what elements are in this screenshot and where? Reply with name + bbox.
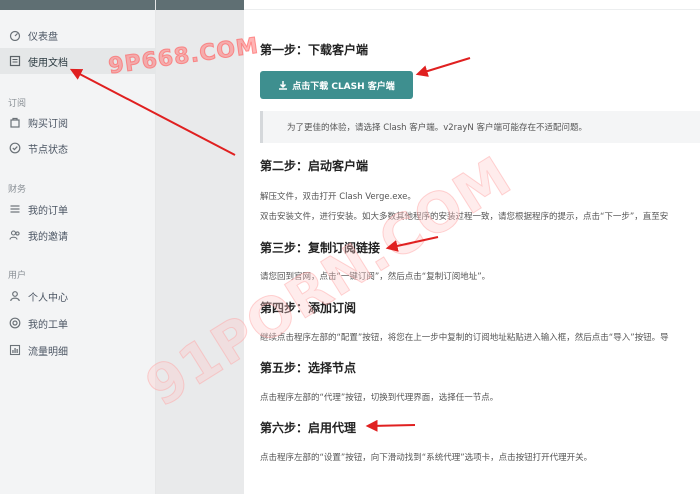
step4-title: 第四步：添加订阅 — [260, 301, 357, 315]
list-icon — [8, 202, 22, 216]
download-clash-button[interactable]: 点击下载 CLASH 客户端 — [260, 71, 413, 99]
sidebar-item-tickets[interactable]: 我的工单 — [0, 310, 156, 336]
document-panel: 第一步：下载客户端 点击下载 CLASH 客户端 为了更佳的体验，请选择 Cla… — [244, 0, 700, 494]
step3-text: 请您回到官网，点击“一键订阅”，然后点击“复制订阅地址”。 — [260, 272, 491, 282]
step4-text: 继续点击程序左部的“配置”按钮，将您在上一步中复制的订阅地址粘贴进入输入框，然后… — [260, 333, 669, 343]
sidebar-item-buy-subscription[interactable]: 购买订阅 — [0, 109, 156, 135]
support-icon — [8, 316, 22, 330]
notice-text: 为了更佳的体验，请选择 Clash 客户端。v2rayN 客户端可能存在不适配问… — [287, 123, 587, 133]
bag-icon — [8, 115, 22, 129]
section-title-finance: 财务 — [8, 185, 27, 195]
step2-text-1: 解压文件，双击打开 Clash Verge.exe。 — [260, 192, 416, 202]
dashboard-icon — [8, 28, 22, 42]
sidebar-item-my-invites[interactable]: 我的邀请 — [0, 222, 156, 248]
sidebar-item-traffic[interactable]: 流量明细 — [0, 337, 156, 363]
step2-text-2: 双击安装文件，进行安装。如大多数其他程序的安装过程一致，请您根据程序的提示，点击… — [260, 212, 669, 222]
sidebar-header — [0, 0, 155, 10]
sidebar-item-my-orders[interactable]: 我的订单 — [0, 196, 156, 222]
sidebar: 仪表盘 使用文档 订阅 购买订阅 节点状态 财务 我的订单 我的邀请 用户 个人… — [0, 0, 156, 494]
step1-title: 第一步：下载客户端 — [260, 43, 369, 57]
sidebar-item-profile[interactable]: 个人中心 — [0, 283, 156, 309]
document-icon — [8, 54, 22, 68]
sidebar-item-label: 我的工单 — [28, 319, 68, 331]
sidebar-item-dashboard[interactable]: 仪表盘 — [0, 22, 156, 48]
sidebar-item-label: 使用文档 — [28, 57, 68, 69]
overlay-gutter — [156, 0, 244, 494]
check-circle-icon — [8, 141, 22, 155]
step6-text: 点击程序左部的“设置”按钮，向下滑动找到“系统代理”选项卡，点击按钮打开代理开关… — [260, 453, 593, 463]
step5-title: 第五步：选择节点 — [260, 361, 357, 375]
sidebar-item-label: 我的订单 — [28, 205, 68, 217]
sidebar-item-label: 仪表盘 — [28, 31, 58, 43]
download-button-label: 点击下载 CLASH 客户端 — [292, 81, 395, 92]
people-icon — [8, 228, 22, 242]
step5-text: 点击程序左部的“代理”按钮，切换到代理界面，选择任一节点。 — [260, 393, 499, 403]
step2-title: 第二步：启动客户端 — [260, 159, 369, 173]
sidebar-item-label: 节点状态 — [28, 144, 68, 156]
sidebar-item-label: 个人中心 — [28, 292, 68, 304]
section-title-subscription: 订阅 — [8, 99, 27, 109]
sidebar-item-label: 流量明细 — [28, 346, 68, 358]
sidebar-item-node-status[interactable]: 节点状态 — [0, 135, 156, 161]
notice-box: 为了更佳的体验，请选择 Clash 客户端。v2rayN 客户端可能存在不适配问… — [260, 111, 700, 143]
section-title-user: 用户 — [8, 271, 27, 281]
step6-title: 第六步：启用代理 — [260, 421, 357, 435]
chart-icon — [8, 343, 22, 357]
content-topbar — [244, 0, 700, 10]
download-icon — [279, 81, 288, 90]
step3-title: 第三步：复制订阅链接 — [260, 241, 381, 255]
sidebar-item-label: 我的邀请 — [28, 231, 68, 243]
user-icon — [8, 289, 22, 303]
sidebar-item-label: 购买订阅 — [28, 118, 68, 130]
sidebar-item-docs[interactable]: 使用文档 — [0, 48, 156, 74]
